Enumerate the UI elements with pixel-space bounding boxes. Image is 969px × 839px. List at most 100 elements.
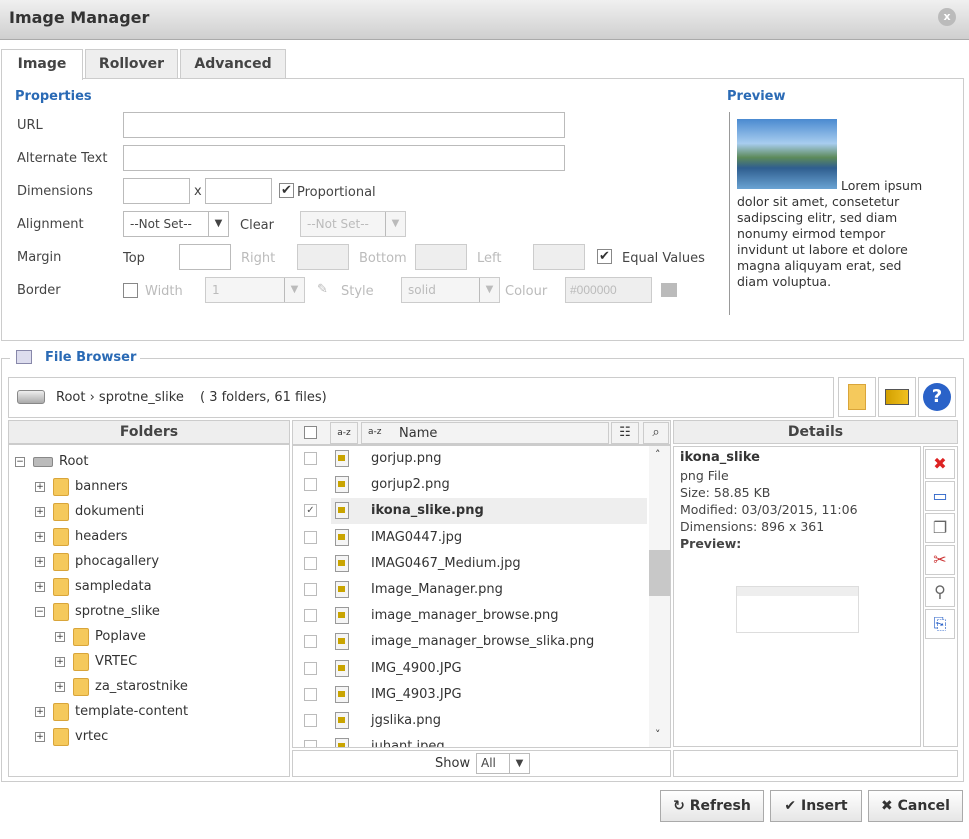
show-select[interactable]: All ▼	[476, 753, 530, 774]
expand-icon[interactable]: +	[35, 731, 45, 742]
folder-vrtec[interactable]: + vrtec	[35, 724, 108, 749]
folder-dokumenti[interactable]: + dokumenti	[35, 499, 144, 524]
expand-icon[interactable]: +	[55, 631, 65, 642]
file-row[interactable]: gorjup2.png	[331, 472, 647, 498]
border-colour-input[interactable]	[565, 277, 652, 303]
file-checkbox[interactable]	[304, 635, 317, 649]
tab-image[interactable]: Image	[1, 49, 83, 80]
delete-icon[interactable]: ✖	[925, 449, 955, 479]
folder-headers[interactable]: + headers	[35, 524, 128, 549]
folder-poplave[interactable]: + Poplave	[55, 624, 146, 649]
folder-sprotne_slike[interactable]: − sprotne_slike	[35, 599, 160, 624]
collapse-icon[interactable]: −	[35, 606, 45, 617]
expand-icon[interactable]: +	[35, 581, 45, 592]
border-width-select[interactable]: 1 ▼	[205, 277, 305, 303]
margin-top-input[interactable]	[179, 244, 231, 270]
sort-name-button[interactable]: a-z Name	[361, 422, 609, 444]
tab-rollover[interactable]: Rollover	[85, 49, 178, 79]
file-row[interactable]: image_manager_browse.png	[331, 603, 647, 629]
search-icon[interactable]: ⌕	[643, 422, 669, 444]
equal-values-checkbox[interactable]: ✔	[597, 249, 612, 264]
scroll-down-icon[interactable]: ˅	[655, 728, 661, 741]
border-style-select[interactable]: solid ▼	[401, 277, 500, 303]
border-checkbox[interactable]	[123, 283, 138, 298]
expand-icon[interactable]: +	[55, 681, 65, 692]
new-folder-button[interactable]	[838, 377, 876, 417]
file-checkbox[interactable]	[304, 452, 317, 465]
clear-select[interactable]: --Not Set-- ▼	[300, 211, 406, 237]
expand-icon[interactable]: +	[35, 556, 45, 567]
properties-heading: Properties	[15, 89, 92, 104]
help-button[interactable]: ?	[918, 377, 956, 417]
alignment-label: Alignment	[17, 217, 84, 232]
upload-icon	[885, 389, 909, 405]
file-row[interactable]: gorjup.png	[331, 446, 647, 472]
file-row[interactable]: Image_Manager.png	[331, 577, 647, 603]
upload-button[interactable]	[878, 377, 916, 417]
zoom-icon[interactable]: ⚲	[925, 577, 955, 607]
scroll-up-icon[interactable]: ˄	[655, 448, 661, 461]
margin-left-input[interactable]	[533, 244, 585, 270]
folder-za_starostnike[interactable]: + za_starostnike	[55, 674, 188, 699]
file-checkbox[interactable]	[304, 740, 317, 747]
file-checkbox[interactable]	[304, 714, 317, 727]
file-row[interactable]: juhant.jpeg	[331, 734, 647, 747]
expand-icon[interactable]: +	[35, 706, 45, 717]
rename-icon[interactable]: ▭	[925, 481, 955, 511]
margin-bottom-input[interactable]	[415, 244, 467, 270]
proportional-checkbox[interactable]: ✔	[279, 183, 294, 198]
alignment-select[interactable]: --Not Set-- ▼	[123, 211, 229, 237]
refresh-button[interactable]: ↻ Refresh	[660, 790, 764, 822]
collapse-icon[interactable]: −	[15, 456, 25, 467]
folder-banners[interactable]: + banners	[35, 474, 128, 499]
url-input[interactable]	[123, 112, 565, 138]
expand-icon[interactable]: +	[35, 531, 45, 542]
file-row[interactable]: IMAG0467_Medium.jpg	[331, 551, 647, 577]
file-checkbox[interactable]	[304, 661, 317, 675]
scrollbar-thumb[interactable]	[649, 550, 670, 596]
folder-root[interactable]: − Root	[15, 449, 88, 474]
file-checkbox[interactable]	[304, 583, 317, 596]
margin-right-input[interactable]	[297, 244, 349, 270]
folder-vrtec[interactable]: + VRTEC	[55, 649, 137, 674]
expand-icon[interactable]: +	[35, 481, 45, 492]
folder-sampledata[interactable]: + sampledata	[35, 574, 152, 599]
colour-picker-icon[interactable]	[661, 283, 677, 297]
details-view-icon[interactable]: ☷	[611, 422, 639, 444]
file-row[interactable]: IMAG0447.jpg	[331, 525, 647, 551]
file-row[interactable]: image_manager_browse_slika.png	[331, 629, 647, 655]
insert-button[interactable]: ✔ Insert	[770, 790, 862, 822]
sort-type-icon[interactable]: a-z	[330, 422, 358, 444]
select-all-checkbox[interactable]	[304, 426, 317, 439]
width-input[interactable]	[123, 178, 190, 204]
close-icon[interactable]: x	[938, 8, 956, 26]
image-file-icon	[335, 476, 349, 494]
folder-file-count: ( 3 folders, 61 files)	[200, 390, 327, 405]
tab-advanced[interactable]: Advanced	[180, 49, 286, 79]
file-row[interactable]: IMG_4903.JPG	[331, 682, 647, 708]
folder-template-content[interactable]: + template-content	[35, 699, 188, 724]
folder-phocagallery[interactable]: + phocagallery	[35, 549, 159, 574]
copy-icon[interactable]: ❐	[925, 513, 955, 543]
check-icon: ✔	[784, 798, 801, 814]
cancel-button[interactable]: ✖ Cancel	[868, 790, 963, 822]
file-row[interactable]: IMG_4900.JPG	[331, 656, 647, 682]
file-checkbox[interactable]	[304, 556, 317, 570]
file-checkbox[interactable]	[304, 530, 317, 544]
file-checkbox[interactable]	[304, 687, 317, 701]
file-row[interactable]: jgslika.png	[331, 708, 647, 734]
file-checkbox[interactable]	[304, 478, 317, 492]
refresh-label: Refresh	[689, 798, 751, 814]
scrollbar[interactable]: ˄ ˅	[649, 446, 670, 747]
breadcrumb[interactable]: Root › sprotne_slike	[56, 390, 184, 405]
height-input[interactable]	[205, 178, 272, 204]
file-checkbox[interactable]	[304, 609, 317, 623]
file-row[interactable]: ikona_slike.png	[331, 498, 647, 525]
details-footer	[673, 750, 958, 777]
cut-icon[interactable]: ✂	[925, 545, 955, 575]
file-checkbox[interactable]: ✓	[304, 504, 317, 518]
expand-icon[interactable]: +	[55, 656, 65, 667]
paste-icon[interactable]: ⎘	[925, 609, 955, 639]
alt-text-input[interactable]	[123, 145, 565, 171]
expand-icon[interactable]: +	[35, 506, 45, 517]
